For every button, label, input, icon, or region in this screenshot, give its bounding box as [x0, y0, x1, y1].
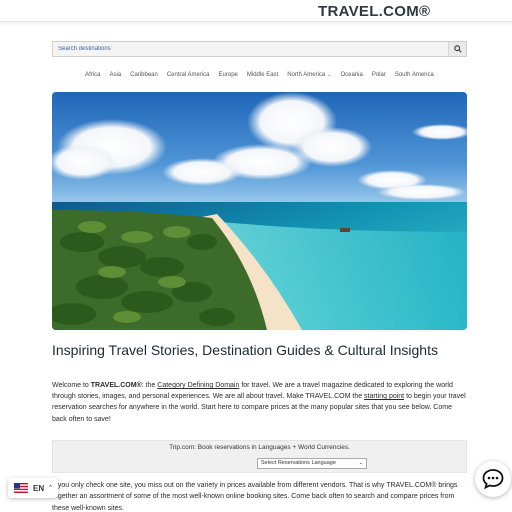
starting-point-link[interactable]: starting point	[364, 393, 404, 400]
booking-title: Trip.com: Book reservations in Languages…	[169, 444, 350, 451]
nav-item-north-america-label: North America	[287, 72, 326, 78]
language-code: EN	[33, 483, 45, 493]
chevron-down-icon: ⌄	[358, 460, 363, 466]
intro-brand: TRAVEL.COM®	[90, 382, 142, 389]
search-button[interactable]	[448, 42, 466, 56]
nav-item-middle-east[interactable]: Middle East	[242, 70, 282, 80]
language-switcher[interactable]: EN ^	[8, 478, 58, 498]
nav-item-polar[interactable]: Polar	[367, 70, 390, 80]
us-flag-icon	[14, 483, 28, 493]
booking-widget: Trip.com: Book reservations in Languages…	[52, 440, 467, 473]
compare-paragraph: If you only check one site, you miss out…	[52, 482, 458, 512]
nav-item-north-america[interactable]: North America ⌄	[283, 70, 336, 80]
page-title: Inspiring Travel Stories, Destination Gu…	[52, 342, 438, 358]
site-logo[interactable]: TRAVEL.COM®	[318, 3, 430, 20]
chevron-down-icon: ⌄	[327, 72, 332, 78]
main-nav: Africa Asia Caribbean Central America Eu…	[52, 70, 467, 80]
reservation-language-value: Select Reservations Language	[261, 460, 336, 466]
intro-text-2: : the	[141, 382, 158, 389]
nav-item-oceania[interactable]: Oceania	[336, 70, 367, 80]
search-icon	[453, 45, 462, 53]
intro-text-1: Welcome to	[52, 382, 91, 389]
nav-item-africa[interactable]: Africa	[81, 70, 105, 80]
search-input[interactable]	[53, 42, 448, 56]
reservation-language-select[interactable]: Select Reservations Language ⌄	[257, 458, 367, 469]
nav-item-south-america[interactable]: South America	[390, 70, 438, 80]
chevron-up-icon: ^	[49, 485, 52, 491]
hero-image	[52, 92, 467, 330]
chat-button[interactable]	[475, 461, 511, 497]
nav-item-caribbean[interactable]: Caribbean	[126, 70, 163, 80]
nav-item-europe[interactable]: Europe	[214, 70, 242, 80]
intro-paragraph: Welcome to TRAVEL.COM®: the Category Def…	[52, 380, 468, 425]
category-defining-domain-link[interactable]: Category Defining Domain	[157, 382, 239, 389]
nav-item-central-america[interactable]: Central America	[162, 70, 214, 80]
beach-image	[52, 92, 467, 330]
top-header: TRAVEL.COM®	[0, 0, 512, 22]
nav-item-asia[interactable]: Asia	[105, 70, 126, 80]
chat-bubble-icon	[482, 469, 504, 490]
search-bar	[52, 41, 467, 57]
